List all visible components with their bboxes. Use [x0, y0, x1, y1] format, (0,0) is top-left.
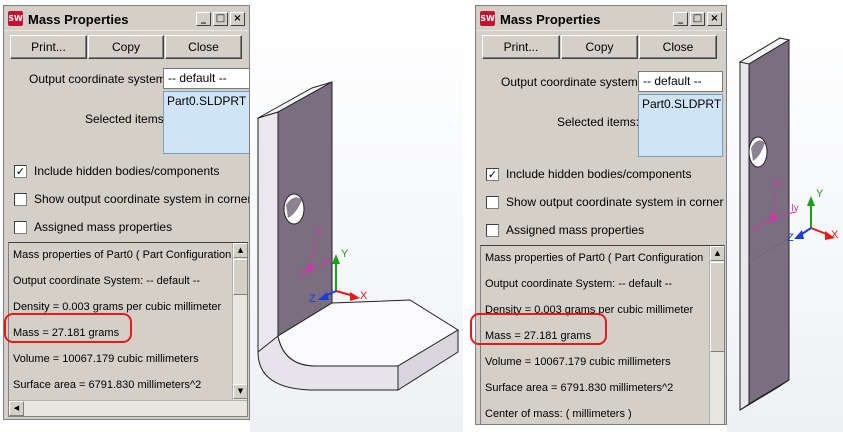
mass-highlight-circle	[470, 313, 607, 345]
mass-properties-dialog: SW Mass Properties _ □ × Print... Copy C…	[3, 5, 250, 420]
iz-axis-label: Iz	[752, 224, 760, 235]
result-line: Density = 0.003 grams per cubic millimet…	[13, 301, 222, 313]
assigned-mass-label: Assigned mass properties	[34, 220, 173, 234]
solidworks-logo-icon: SW	[8, 11, 23, 26]
output-coordinate-label: Output coordinate system:	[29, 72, 170, 86]
show-output-coord-label: Show output coordinate system in corner …	[34, 192, 250, 206]
ix-axis-label: Ix	[773, 178, 781, 189]
include-hidden-checkbox[interactable]: ✓	[486, 168, 499, 181]
graphics-viewport[interactable]: Y X Z Ix Iy Iz	[250, 0, 463, 432]
include-hidden-label: Include hidden bodies/components	[506, 167, 692, 181]
result-line: Output coordinate System: -- default --	[13, 275, 201, 287]
minimize-button[interactable]: _	[196, 12, 211, 26]
scroll-up-arrow-icon[interactable]: ▲	[710, 246, 724, 261]
close-window-button[interactable]: ×	[230, 12, 245, 26]
z-axis-label: Z	[787, 232, 794, 244]
y-axis-label: Y	[341, 248, 349, 260]
include-hidden-checkbox[interactable]: ✓	[14, 165, 27, 178]
dialog-titlebar[interactable]: SW Mass Properties _ □ ×	[4, 6, 249, 31]
z-axis-label: Z	[309, 293, 316, 305]
close-button[interactable]: Close	[639, 35, 717, 59]
show-output-coord-label: Show output coordinate system in corner …	[506, 195, 727, 209]
y-axis-label: Y	[816, 188, 824, 200]
selected-items-label: Selected items:	[85, 112, 168, 126]
selected-item[interactable]: Part0.SLDPRT	[642, 97, 721, 111]
results-vertical-scrollbar[interactable]: ▲ ▼	[232, 243, 247, 400]
assigned-mass-checkbox[interactable]	[486, 224, 499, 237]
scroll-thumb[interactable]	[710, 262, 724, 352]
scroll-up-arrow-icon[interactable]: ▲	[233, 243, 247, 258]
show-output-coord-checkbox[interactable]	[486, 196, 499, 209]
result-line: Center of mass: ( millimeters )	[485, 408, 632, 420]
assigned-mass-checkbox[interactable]	[14, 221, 27, 234]
selected-items-list[interactable]: Part0.SLDPRT	[638, 94, 723, 157]
results-vertical-scrollbar[interactable]: ▲	[709, 246, 724, 424]
maximize-button[interactable]: □	[690, 12, 705, 26]
result-line: Surface area = 6791.830 millimeters^2	[13, 379, 202, 391]
show-output-coord-checkbox[interactable]	[14, 193, 27, 206]
x-axis-label: X	[831, 229, 839, 241]
copy-button[interactable]: Copy	[561, 35, 638, 59]
x-axis-label: X	[360, 290, 368, 302]
left-screenshot-panel: Y X Z Ix Iy Iz SW Mass Properties _ □ × …	[0, 0, 463, 432]
result-line: Mass properties of Part0 ( Part Configur…	[485, 252, 704, 264]
result-line: Volume = 10067.179 cubic millimeters	[485, 356, 671, 368]
result-line: Mass properties of Part0 ( Part Configur…	[13, 249, 232, 261]
l-bracket-model	[257, 81, 459, 391]
close-window-button[interactable]: ×	[707, 12, 722, 26]
ix-axis-label: Ix	[314, 226, 322, 237]
copy-button[interactable]: Copy	[88, 35, 164, 59]
iy-axis-label: Iy	[322, 255, 330, 266]
result-line: Volume = 10067.179 cubic millimeters	[13, 353, 199, 365]
result-line: Surface area = 6791.830 millimeters^2	[485, 382, 674, 394]
dialog-title: Mass Properties	[500, 12, 601, 27]
scroll-left-arrow-icon[interactable]: ◀	[9, 401, 24, 416]
selected-items-label: Selected items:	[557, 115, 640, 129]
result-line: Output coordinate System: -- default --	[485, 278, 673, 290]
selected-item[interactable]: Part0.SLDPRT	[167, 94, 246, 108]
iz-axis-label: Iz	[300, 268, 308, 279]
assigned-mass-label: Assigned mass properties	[506, 223, 645, 237]
dialog-titlebar[interactable]: SW Mass Properties _ □ ×	[476, 6, 726, 31]
solidworks-logo-icon: SW	[480, 11, 495, 26]
flat-plate-model	[738, 37, 835, 411]
mass-highlight-circle	[4, 313, 132, 343]
iy-axis-label: Iy	[791, 203, 799, 214]
graphics-viewport[interactable]: Y X Z Ix Iy Iz	[727, 0, 843, 432]
print-button[interactable]: Print...	[10, 35, 87, 59]
print-button[interactable]: Print...	[482, 35, 560, 59]
results-horizontal-scrollbar[interactable]: ◀	[9, 400, 247, 416]
output-coordinate-select[interactable]: -- default --	[638, 71, 723, 92]
scroll-down-arrow-icon[interactable]: ▼	[233, 384, 247, 399]
dialog-title: Mass Properties	[28, 12, 129, 27]
include-hidden-label: Include hidden bodies/components	[34, 164, 220, 178]
mass-properties-dialog: SW Mass Properties _ □ × Print... Copy C…	[475, 5, 727, 425]
output-coordinate-label: Output coordinate system:	[501, 75, 642, 89]
maximize-button[interactable]: □	[213, 12, 228, 26]
output-coordinate-select[interactable]: -- default --	[163, 68, 249, 89]
minimize-button[interactable]: _	[673, 12, 688, 26]
right-screenshot-panel: Y X Z Ix Iy Iz SW Mass Properties _ □ × …	[467, 0, 843, 432]
close-button[interactable]: Close	[165, 35, 242, 59]
scroll-thumb[interactable]	[233, 259, 247, 295]
selected-items-list[interactable]: Part0.SLDPRT	[163, 91, 249, 154]
